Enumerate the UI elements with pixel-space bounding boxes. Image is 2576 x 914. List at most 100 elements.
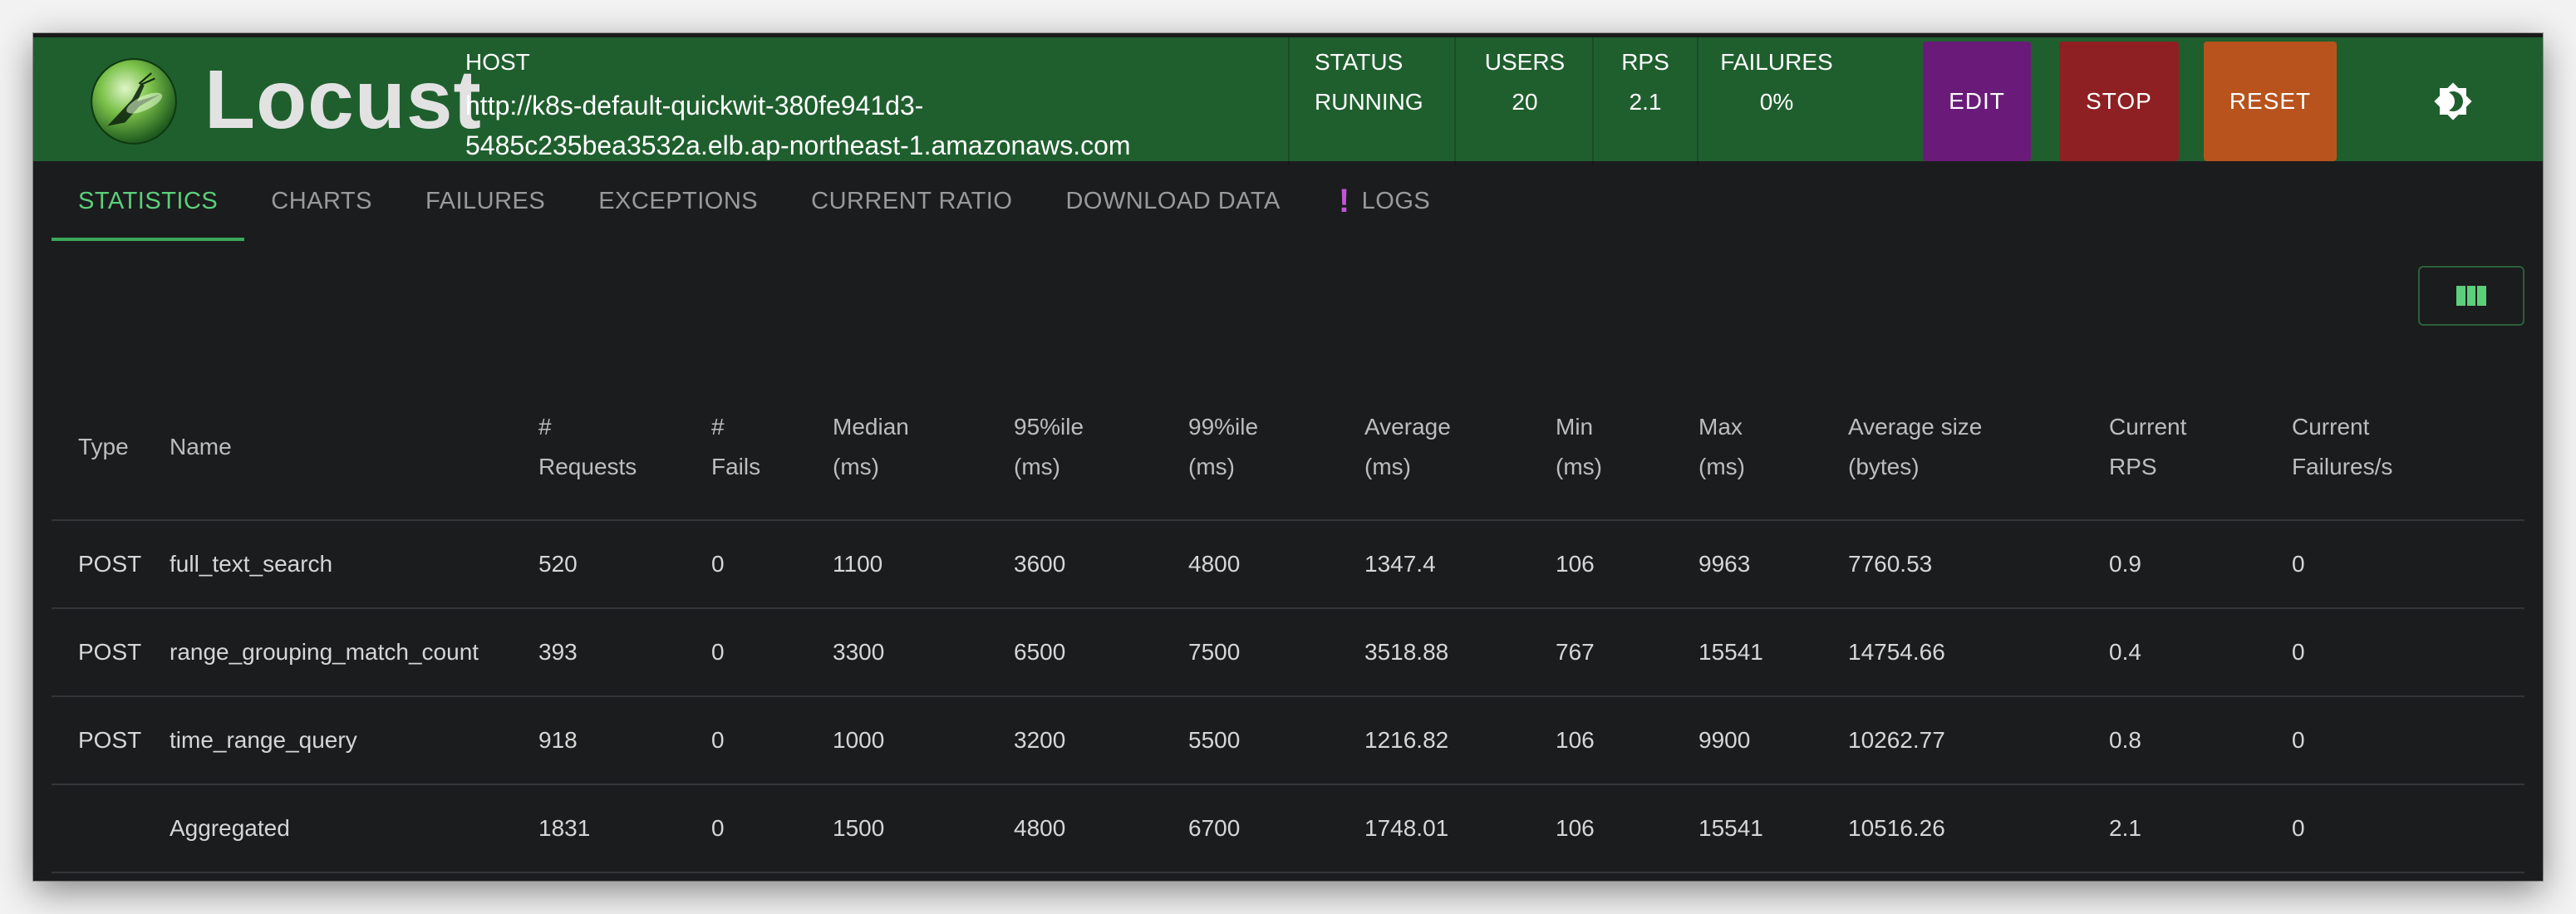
tab-failures[interactable]: FAILURES bbox=[399, 161, 572, 241]
users-stat: USERS 20 bbox=[1479, 49, 1571, 115]
theme-toggle-icon[interactable] bbox=[2433, 81, 2473, 121]
col-average-cell: 1216.82 bbox=[1364, 696, 1556, 785]
col-current-failures-header-text: Current bbox=[2292, 413, 2370, 440]
status-label: STATUS bbox=[1315, 49, 1404, 75]
tab-download-data[interactable]: DOWNLOAD DATA bbox=[1039, 161, 1306, 241]
col-95pct-header[interactable]: 95%ile (ms) bbox=[1014, 374, 1188, 521]
col-min-cell: 106 bbox=[1556, 784, 1698, 873]
col-average-size-cell: 10262.77 bbox=[1848, 696, 2109, 785]
col-average-size-header-text: Average size bbox=[1848, 413, 1983, 440]
col-requests-cell: 1831 bbox=[538, 784, 711, 873]
table-row: POST range_grouping_match_count 393 0 3300 65… bbox=[52, 608, 2524, 697]
col-type-header-text: Type bbox=[78, 433, 129, 459]
col-average-size-header[interactable]: Average size (bytes) bbox=[1848, 374, 2109, 521]
divider bbox=[1454, 37, 1456, 165]
app-window: Locust HOST http://k8s-default-quickwit-… bbox=[33, 33, 2543, 881]
tab-logs[interactable]: ! LOGS bbox=[1307, 161, 1457, 241]
tab-bar: STATISTICS CHARTS FAILURES EXCEPTIONS CU… bbox=[52, 161, 1457, 241]
col-95pct-cell: 3200 bbox=[1014, 696, 1188, 785]
col-average-header-text: Average bbox=[1364, 413, 1451, 440]
edit-button[interactable]: EDIT bbox=[1923, 42, 2031, 161]
col-99pct-cell: 5500 bbox=[1188, 696, 1364, 785]
col-95pct-cell: 3600 bbox=[1014, 520, 1188, 609]
users-label: USERS bbox=[1484, 49, 1566, 75]
col-fails-cell: 0 bbox=[711, 784, 833, 873]
host-label: HOST bbox=[465, 49, 530, 75]
table-header-row: Type Name # Requests # Fails Median (ms) 95%ile (… bbox=[52, 374, 2524, 521]
col-current-failures-cell: 0 bbox=[2292, 696, 2524, 785]
col-median-cell: 1100 bbox=[833, 520, 1014, 609]
col-99pct-header[interactable]: 99%ile (ms) bbox=[1188, 374, 1364, 521]
col-average-cell: 1347.4 bbox=[1364, 520, 1556, 609]
col-requests-header-text: Requests bbox=[538, 453, 637, 479]
col-current-rps-cell: 2.1 bbox=[2109, 784, 2292, 873]
col-current-failures-cell: 0 bbox=[2292, 520, 2524, 609]
view-columns-button[interactable] bbox=[2418, 266, 2524, 326]
host-url: http://k8s-default-quickwit-380fe941d3- … bbox=[465, 86, 1197, 165]
stop-button[interactable]: STOP bbox=[2059, 42, 2179, 161]
col-type-header[interactable]: Type bbox=[52, 374, 170, 521]
col-99pct-cell: 6700 bbox=[1188, 784, 1364, 873]
col-fails-cell: 0 bbox=[711, 520, 833, 609]
col-average-header[interactable]: Average (ms) bbox=[1364, 374, 1556, 521]
col-current-rps-cell: 0.9 bbox=[2109, 520, 2292, 609]
col-requests-cell: 918 bbox=[538, 696, 711, 785]
rps-label: RPS bbox=[1621, 49, 1669, 75]
col-min-cell: 106 bbox=[1556, 696, 1698, 785]
tab-current-ratio[interactable]: CURRENT RATIO bbox=[784, 161, 1039, 241]
col-current-failures-header[interactable]: Current Failures/s bbox=[2292, 374, 2524, 521]
col-fails-header[interactable]: # Fails bbox=[711, 374, 833, 521]
col-name-cell: full_text_search bbox=[170, 520, 538, 609]
host-url-line-2: 5485c235bea3532a.elb.ap-northeast-1.amaz… bbox=[465, 130, 1131, 160]
col-requests-cell: 393 bbox=[538, 608, 711, 697]
divider bbox=[1592, 37, 1594, 165]
status-stat: STATUS RUNNING bbox=[1315, 49, 1423, 115]
locust-logo-icon bbox=[91, 58, 177, 145]
host-url-line-1: http://k8s-default-quickwit-380fe941d3- bbox=[465, 91, 924, 120]
tab-exceptions[interactable]: EXCEPTIONS bbox=[572, 161, 784, 241]
col-fails-header-text: # bbox=[711, 413, 725, 440]
col-max-cell: 15541 bbox=[1698, 608, 1848, 697]
view-columns-icon bbox=[2456, 286, 2486, 306]
table-row: POST full_text_search 520 0 1100 3600 4800 1347… bbox=[52, 520, 2524, 609]
divider bbox=[1288, 37, 1290, 165]
col-current-failures-cell: 0 bbox=[2292, 784, 2524, 873]
col-name-header[interactable]: Name bbox=[170, 374, 538, 521]
col-average-size-cell: 14754.66 bbox=[1848, 608, 2109, 697]
exclamation-icon: ! bbox=[1338, 182, 1350, 219]
col-max-cell: 15541 bbox=[1698, 784, 1848, 873]
failures-label: FAILURES bbox=[1720, 49, 1833, 75]
tab-statistics[interactable]: STATISTICS bbox=[52, 161, 245, 241]
col-median-header[interactable]: Median (ms) bbox=[833, 374, 1014, 521]
col-name-cell: time_range_query bbox=[170, 696, 538, 785]
col-max-cell: 9900 bbox=[1698, 696, 1848, 785]
reset-button[interactable]: RESET bbox=[2204, 42, 2337, 161]
col-95pct-cell: 4800 bbox=[1014, 784, 1188, 873]
col-current-failures-header-text: Failures/s bbox=[2292, 453, 2393, 479]
col-type-cell: POST bbox=[52, 696, 170, 785]
col-95pct-header-text: 95%ile bbox=[1014, 413, 1084, 440]
col-min-cell: 106 bbox=[1556, 520, 1698, 609]
col-99pct-header-text: 99%ile bbox=[1188, 413, 1259, 440]
col-name-header-text: Name bbox=[170, 433, 232, 459]
col-fails-cell: 0 bbox=[711, 608, 833, 697]
col-current-rps-header-text: RPS bbox=[2109, 453, 2157, 479]
col-current-rps-header[interactable]: Current RPS bbox=[2109, 374, 2292, 521]
col-average-cell: 1748.01 bbox=[1364, 784, 1556, 873]
col-fails-header-text: Fails bbox=[711, 453, 761, 479]
col-median-cell: 1500 bbox=[833, 784, 1014, 873]
col-requests-header[interactable]: # Requests bbox=[538, 374, 711, 521]
col-min-header[interactable]: Min (ms) bbox=[1556, 374, 1698, 521]
rps-stat: RPS 2.1 bbox=[1612, 49, 1679, 115]
statistics-table: Type Name # Requests # Fails Median (ms) 95%ile (… bbox=[52, 374, 2524, 873]
status-value: RUNNING bbox=[1315, 89, 1423, 115]
col-99pct-cell: 4800 bbox=[1188, 520, 1364, 609]
tab-charts[interactable]: CHARTS bbox=[244, 161, 399, 241]
col-max-header[interactable]: Max (ms) bbox=[1698, 374, 1848, 521]
table-row: Aggregated 1831 0 1500 4800 6700 1748.01 106 155… bbox=[52, 784, 2524, 873]
col-current-rps-cell: 0.8 bbox=[2109, 696, 2292, 785]
col-min-header-text: (ms) bbox=[1556, 453, 1602, 479]
col-current-failures-cell: 0 bbox=[2292, 608, 2524, 697]
col-current-rps-header-text: Current bbox=[2109, 413, 2187, 440]
col-min-header-text: Min bbox=[1556, 413, 1594, 440]
